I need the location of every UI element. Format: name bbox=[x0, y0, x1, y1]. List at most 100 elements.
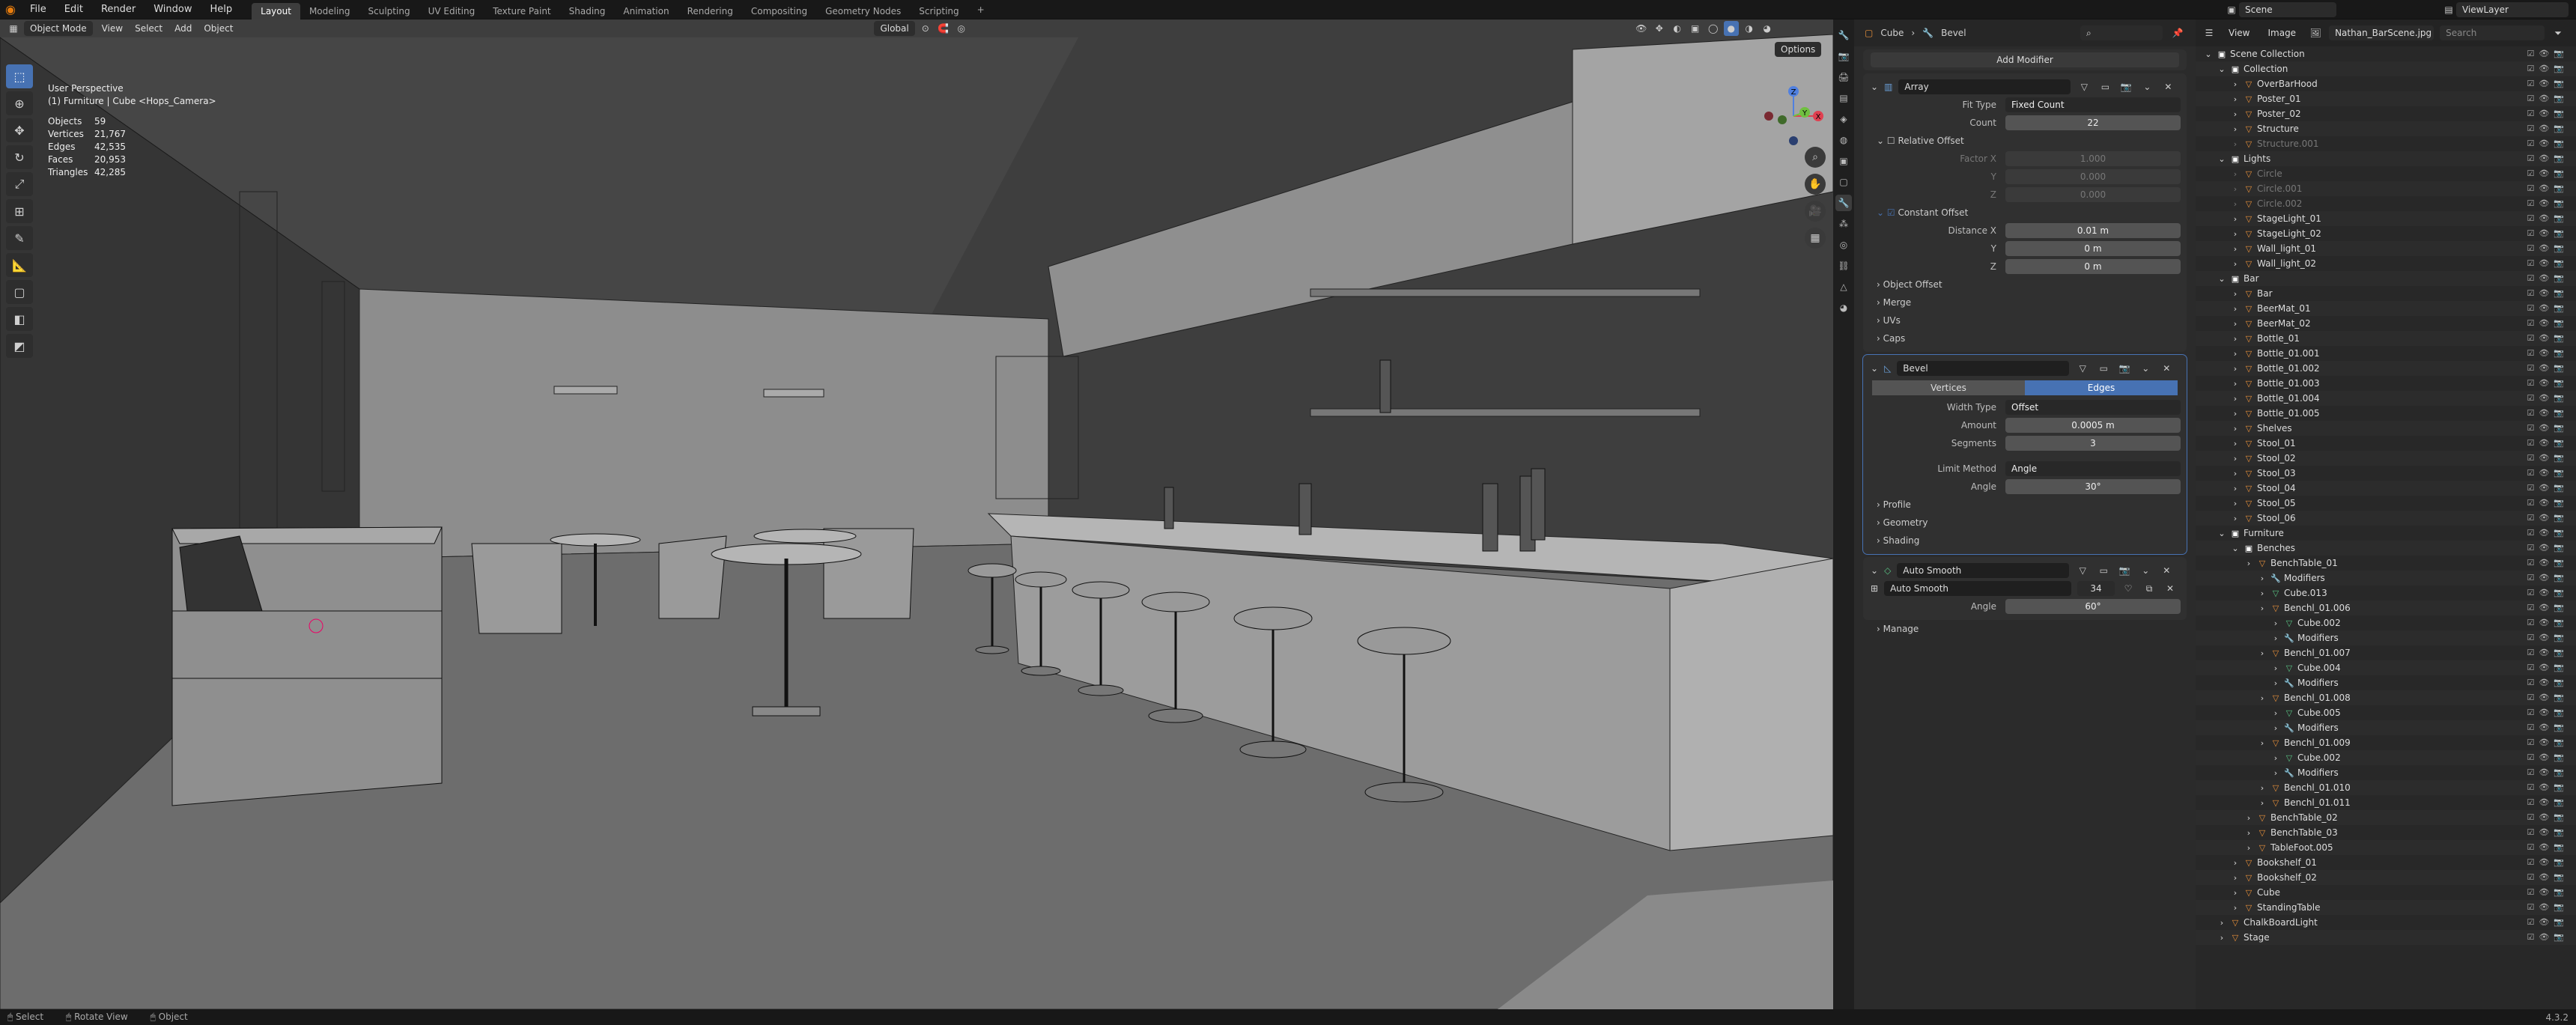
image-selector[interactable]: Nathan_BarScene.jpg bbox=[2329, 25, 2434, 40]
bevel-name-field[interactable]: Bevel bbox=[1897, 361, 2070, 376]
collapse-icon[interactable]: ⌄ bbox=[1871, 363, 1878, 374]
remove-modifier-icon[interactable]: ✕ bbox=[2159, 563, 2174, 578]
outliner-row[interactable]: › ▽ Stage ☑👁📷 bbox=[2196, 930, 2576, 945]
distance-y-field[interactable]: 0 m bbox=[2005, 241, 2181, 256]
tab-scripting[interactable]: Scripting bbox=[910, 3, 967, 19]
mode-selector[interactable]: Object Mode bbox=[24, 21, 93, 36]
outliner-row[interactable]: › 🔧 Modifiers ☑👁📷 bbox=[2196, 571, 2576, 586]
visibility-toggles[interactable]: ☑👁📷 bbox=[2527, 795, 2569, 810]
render-tab-icon[interactable]: 📷 bbox=[1835, 48, 1852, 64]
dropdown-icon[interactable]: ⌄ bbox=[2138, 563, 2153, 578]
menu-render[interactable]: Render bbox=[92, 0, 145, 19]
auto-smooth-name-field[interactable]: Auto Smooth bbox=[1897, 563, 2070, 578]
visibility-toggles[interactable]: ☑👁📷 bbox=[2527, 91, 2569, 106]
outliner-row[interactable]: › ▽ Bottle_01.001 ☑👁📷 bbox=[2196, 346, 2576, 361]
edges-option[interactable]: Edges bbox=[2025, 380, 2178, 395]
outliner-search[interactable]: Search bbox=[2440, 25, 2545, 40]
visibility-toggles[interactable]: ☑👁📷 bbox=[2527, 271, 2569, 286]
gizmo-toggle-icon[interactable]: ✥ bbox=[1652, 21, 1667, 36]
hardops-icon[interactable]: ◩ bbox=[6, 334, 33, 358]
outliner-row[interactable]: › 🔧 Modifiers ☑👁📷 bbox=[2196, 630, 2576, 645]
scene-tab-icon[interactable]: ◈ bbox=[1835, 111, 1852, 127]
visibility-toggles[interactable]: ☑👁📷 bbox=[2527, 166, 2569, 181]
visibility-toggles[interactable]: ☑👁📷 bbox=[2527, 630, 2569, 645]
chevron-icon[interactable]: ⌄ bbox=[2217, 272, 2227, 287]
chevron-icon[interactable]: › bbox=[2257, 601, 2267, 616]
menu-help[interactable]: Help bbox=[201, 0, 242, 19]
chevron-icon[interactable]: › bbox=[2230, 227, 2241, 242]
chevron-icon[interactable]: ⌄ bbox=[2217, 62, 2227, 77]
navigation-gizmo[interactable]: Z X Y bbox=[1760, 82, 1827, 150]
chevron-icon[interactable]: › bbox=[2257, 571, 2267, 586]
visibility-toggles[interactable]: ☑👁📷 bbox=[2527, 256, 2569, 271]
xray-icon[interactable]: ▣ bbox=[1688, 21, 1703, 36]
outliner-row[interactable]: ⌄ ▣ Scene Collection ☑👁📷 bbox=[2196, 46, 2576, 61]
visibility-toggles[interactable]: ☑👁📷 bbox=[2527, 511, 2569, 526]
visibility-toggles[interactable]: ☑👁📷 bbox=[2527, 151, 2569, 166]
relative-offset-panel[interactable]: ⌄ ☐ Relative Offset bbox=[1863, 132, 2187, 150]
subpanel-merge[interactable]: › Merge bbox=[1863, 293, 2187, 311]
visibility-toggles[interactable]: ☑👁📷 bbox=[2527, 556, 2569, 571]
visibility-toggles[interactable]: ☑👁📷 bbox=[2527, 675, 2569, 690]
chevron-icon[interactable]: › bbox=[2217, 931, 2227, 946]
chevron-icon[interactable]: › bbox=[2230, 347, 2241, 362]
outliner-row[interactable]: ⌄ ▣ Benches ☑👁📷 bbox=[2196, 541, 2576, 556]
outliner-row[interactable]: › ▽ ChalkBoardLight ☑👁📷 bbox=[2196, 915, 2576, 930]
outliner-row[interactable]: › 🔧 Modifiers ☑👁📷 bbox=[2196, 675, 2576, 690]
visibility-toggles[interactable]: ☑👁📷 bbox=[2527, 810, 2569, 825]
visibility-toggles[interactable]: ☑👁📷 bbox=[2527, 406, 2569, 421]
segments-field[interactable]: 3 bbox=[2005, 436, 2181, 451]
outliner-row[interactable]: › ▽ Circle.001 ☑👁📷 bbox=[2196, 181, 2576, 196]
subpanel-caps[interactable]: › Caps bbox=[1863, 329, 2187, 347]
outliner-row[interactable]: › ▽ Benchl_01.006 ☑👁📷 bbox=[2196, 600, 2576, 615]
visibility-toggles[interactable]: ☑👁📷 bbox=[2527, 870, 2569, 885]
move-icon[interactable]: ✥ bbox=[6, 118, 33, 142]
outliner-row[interactable]: › ▽ StageLight_02 ☑👁📷 bbox=[2196, 226, 2576, 241]
visibility-toggles[interactable]: ☑👁📷 bbox=[2527, 660, 2569, 675]
chevron-icon[interactable]: › bbox=[2230, 901, 2241, 916]
node-group-field[interactable]: Auto Smooth bbox=[1884, 581, 2072, 596]
chevron-icon[interactable]: › bbox=[2230, 167, 2241, 182]
chevron-icon[interactable]: › bbox=[2230, 437, 2241, 451]
chevron-icon[interactable]: › bbox=[2230, 496, 2241, 511]
constant-offset-panel[interactable]: ⌄ ☑ Constant Offset bbox=[1863, 204, 2187, 222]
chevron-icon[interactable]: › bbox=[2230, 287, 2241, 302]
solid-shading-icon[interactable]: ● bbox=[1723, 21, 1739, 36]
visibility-toggles[interactable]: ☑👁📷 bbox=[2527, 825, 2569, 840]
outliner-row[interactable]: › ▽ BeerMat_02 ☑👁📷 bbox=[2196, 316, 2576, 331]
remove-modifier-icon[interactable]: ✕ bbox=[2160, 79, 2175, 94]
viewport-menu-view[interactable]: View bbox=[96, 21, 129, 36]
outliner-row[interactable]: › ▽ BenchTable_03 ☑👁📷 bbox=[2196, 825, 2576, 840]
visibility-toggles[interactable]: ☑👁📷 bbox=[2527, 600, 2569, 615]
node-users-count[interactable]: 34 bbox=[2077, 581, 2115, 596]
outliner-row[interactable]: › ▽ Circle.002 ☑👁📷 bbox=[2196, 196, 2576, 211]
constraints-tab-icon[interactable]: ⛓ bbox=[1835, 258, 1852, 274]
amount-field[interactable]: 0.0005 m bbox=[2005, 418, 2181, 433]
tab-compositing[interactable]: Compositing bbox=[742, 3, 816, 19]
outliner-row[interactable]: › ▽ Benchl_01.009 ☑👁📷 bbox=[2196, 735, 2576, 750]
outliner-row[interactable]: ⌄ ▣ Lights ☑👁📷 bbox=[2196, 151, 2576, 166]
blender-logo-icon[interactable]: ◉ bbox=[0, 2, 21, 16]
chevron-icon[interactable]: › bbox=[2230, 92, 2241, 107]
outliner-row[interactable]: › ▽ Bar ☑👁📷 bbox=[2196, 286, 2576, 301]
outliner-row[interactable]: › ▽ Bookshelf_02 ☑👁📷 bbox=[2196, 870, 2576, 885]
visibility-toggles[interactable]: ☑👁📷 bbox=[2527, 286, 2569, 301]
unlink-icon[interactable]: ✕ bbox=[2163, 581, 2178, 596]
visibility-toggles[interactable]: ☑👁📷 bbox=[2527, 196, 2569, 211]
add-cube-icon[interactable]: ▢ bbox=[6, 280, 33, 304]
chevron-icon[interactable]: › bbox=[2230, 466, 2241, 481]
editmode-toggle-icon[interactable]: ▽ bbox=[2075, 563, 2090, 578]
visibility-toggles[interactable]: ☑👁📷 bbox=[2527, 645, 2569, 660]
chevron-icon[interactable]: › bbox=[2230, 362, 2241, 377]
cursor-icon[interactable]: ⊕ bbox=[6, 91, 33, 115]
render-toggle-icon[interactable]: 📷 bbox=[2117, 361, 2132, 376]
factor-x-field[interactable]: 1.000 bbox=[2005, 151, 2181, 166]
wireframe-shading-icon[interactable]: ◯ bbox=[1706, 21, 1721, 36]
outliner-view-menu[interactable]: View bbox=[2223, 25, 2255, 40]
collapse-icon[interactable]: ⌄ bbox=[1871, 82, 1878, 92]
tab-layout[interactable]: Layout bbox=[252, 2, 300, 19]
measure-icon[interactable]: 📐 bbox=[6, 253, 33, 277]
rendered-shading-icon[interactable]: ◕ bbox=[1760, 21, 1775, 36]
chevron-icon[interactable]: › bbox=[2230, 137, 2241, 152]
visibility-toggles[interactable]: ☑👁📷 bbox=[2527, 885, 2569, 900]
